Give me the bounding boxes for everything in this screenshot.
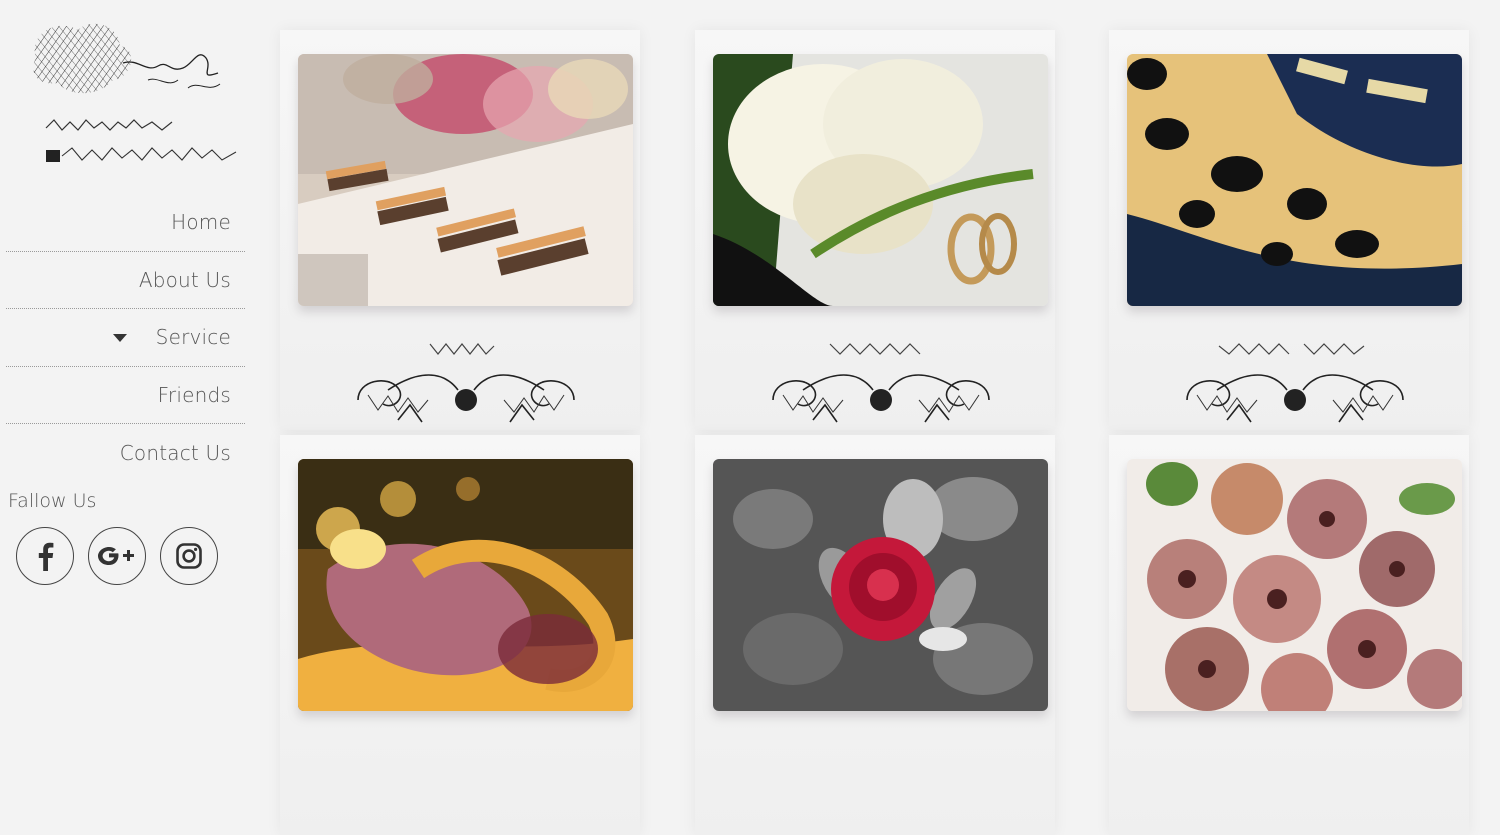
follow-us-heading: Fallow Us [8, 490, 97, 512]
caret-down-icon[interactable] [113, 334, 127, 343]
google-plus-link[interactable] [88, 527, 146, 585]
gallery-photo[interactable] [1127, 459, 1462, 711]
gallery-card[interactable] [695, 435, 1055, 835]
gallery-photo[interactable] [1127, 54, 1462, 306]
logo-tagline [44, 118, 244, 170]
nav-item-home[interactable]: Home [6, 194, 245, 252]
card-caption-graphic [695, 336, 1055, 360]
site-logo[interactable] [28, 18, 228, 108]
sidebar: Home About Us Service Friends Contact Us… [0, 0, 250, 726]
nav-item-label: Friends [157, 382, 231, 407]
scroll-ornament-icon [763, 360, 999, 430]
nav-item-label: Home [171, 210, 231, 235]
gallery-card[interactable] [280, 435, 640, 835]
gallery-photo[interactable] [713, 54, 1048, 306]
nav-item-label: Service [155, 325, 231, 350]
instagram-icon [175, 542, 203, 570]
nav-item-about-us[interactable]: About Us [6, 252, 245, 309]
gallery-photo[interactable] [298, 54, 633, 306]
gallery-card[interactable] [1109, 30, 1469, 430]
nav-item-contact-us[interactable]: Contact Us [6, 424, 245, 482]
nav-item-friends[interactable]: Friends [6, 367, 245, 424]
nav-item-label: Contact Us [119, 440, 231, 465]
gallery-card[interactable] [695, 30, 1055, 430]
nav-item-label: About Us [138, 267, 231, 292]
social-links [16, 527, 218, 585]
scroll-ornament-icon [1177, 360, 1413, 430]
gallery-card[interactable] [280, 30, 640, 430]
card-caption-graphic [280, 336, 640, 360]
gallery-card[interactable] [1109, 435, 1469, 835]
nav-item-service[interactable]: Service [6, 309, 245, 367]
gallery-photo[interactable] [713, 459, 1048, 711]
card-caption-graphic [1109, 336, 1469, 360]
google-plus-icon [95, 542, 139, 570]
instagram-link[interactable] [160, 527, 218, 585]
gallery-photo[interactable] [298, 459, 633, 711]
facebook-link[interactable] [16, 527, 74, 585]
main-nav: Home About Us Service Friends Contact Us [6, 194, 245, 482]
facebook-icon [35, 541, 55, 571]
scroll-ornament-icon [348, 360, 584, 430]
